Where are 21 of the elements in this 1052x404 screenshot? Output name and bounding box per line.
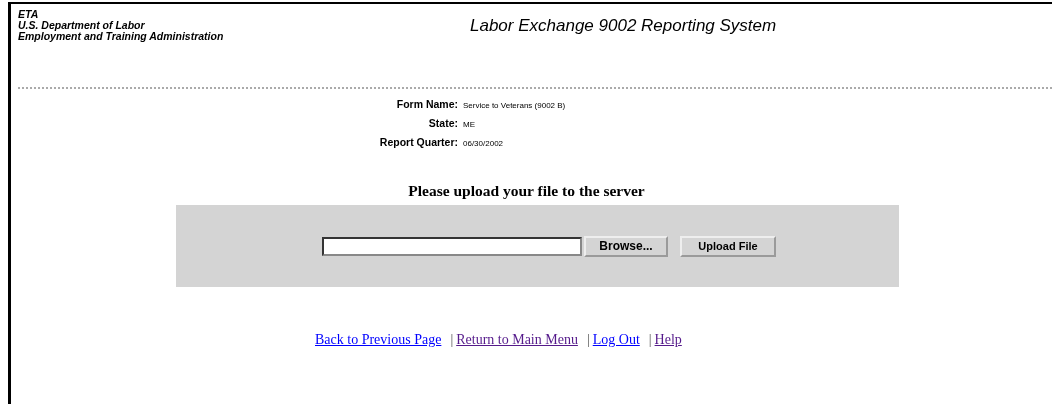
nav-link[interactable]: Back to Previous Page [315, 332, 442, 348]
link-separator: | [648, 332, 652, 348]
field-label: State: [427, 117, 458, 129]
nav-link[interactable]: Return to Main Menu [456, 332, 578, 348]
link-separator: | [450, 332, 454, 348]
agency-name: U.S. Department of Labor [18, 20, 145, 31]
agency-name: Employment and Training Administration [18, 31, 225, 42]
browse-button[interactable]: Browse... [584, 235, 668, 257]
field-value: 06/30/2002 [462, 139, 505, 148]
link-separator: | [586, 332, 590, 348]
field-label: Form Name: [395, 98, 458, 110]
field-value: ME [462, 120, 476, 129]
file-path-field[interactable] [322, 236, 582, 256]
upload-heading: Please upload your file to the server [407, 182, 646, 200]
upload-file-button[interactable]: Upload File [680, 235, 776, 257]
nav-link[interactable]: Help [654, 332, 682, 348]
field-label: Report Quarter: [378, 136, 458, 148]
page-title: Labor Exchange 9002 Reporting System [470, 16, 777, 36]
agency-name: ETA [18, 9, 40, 20]
field-value: Service to Veterans (9002 B) [462, 101, 567, 110]
nav-link[interactable]: Log Out [592, 332, 640, 348]
